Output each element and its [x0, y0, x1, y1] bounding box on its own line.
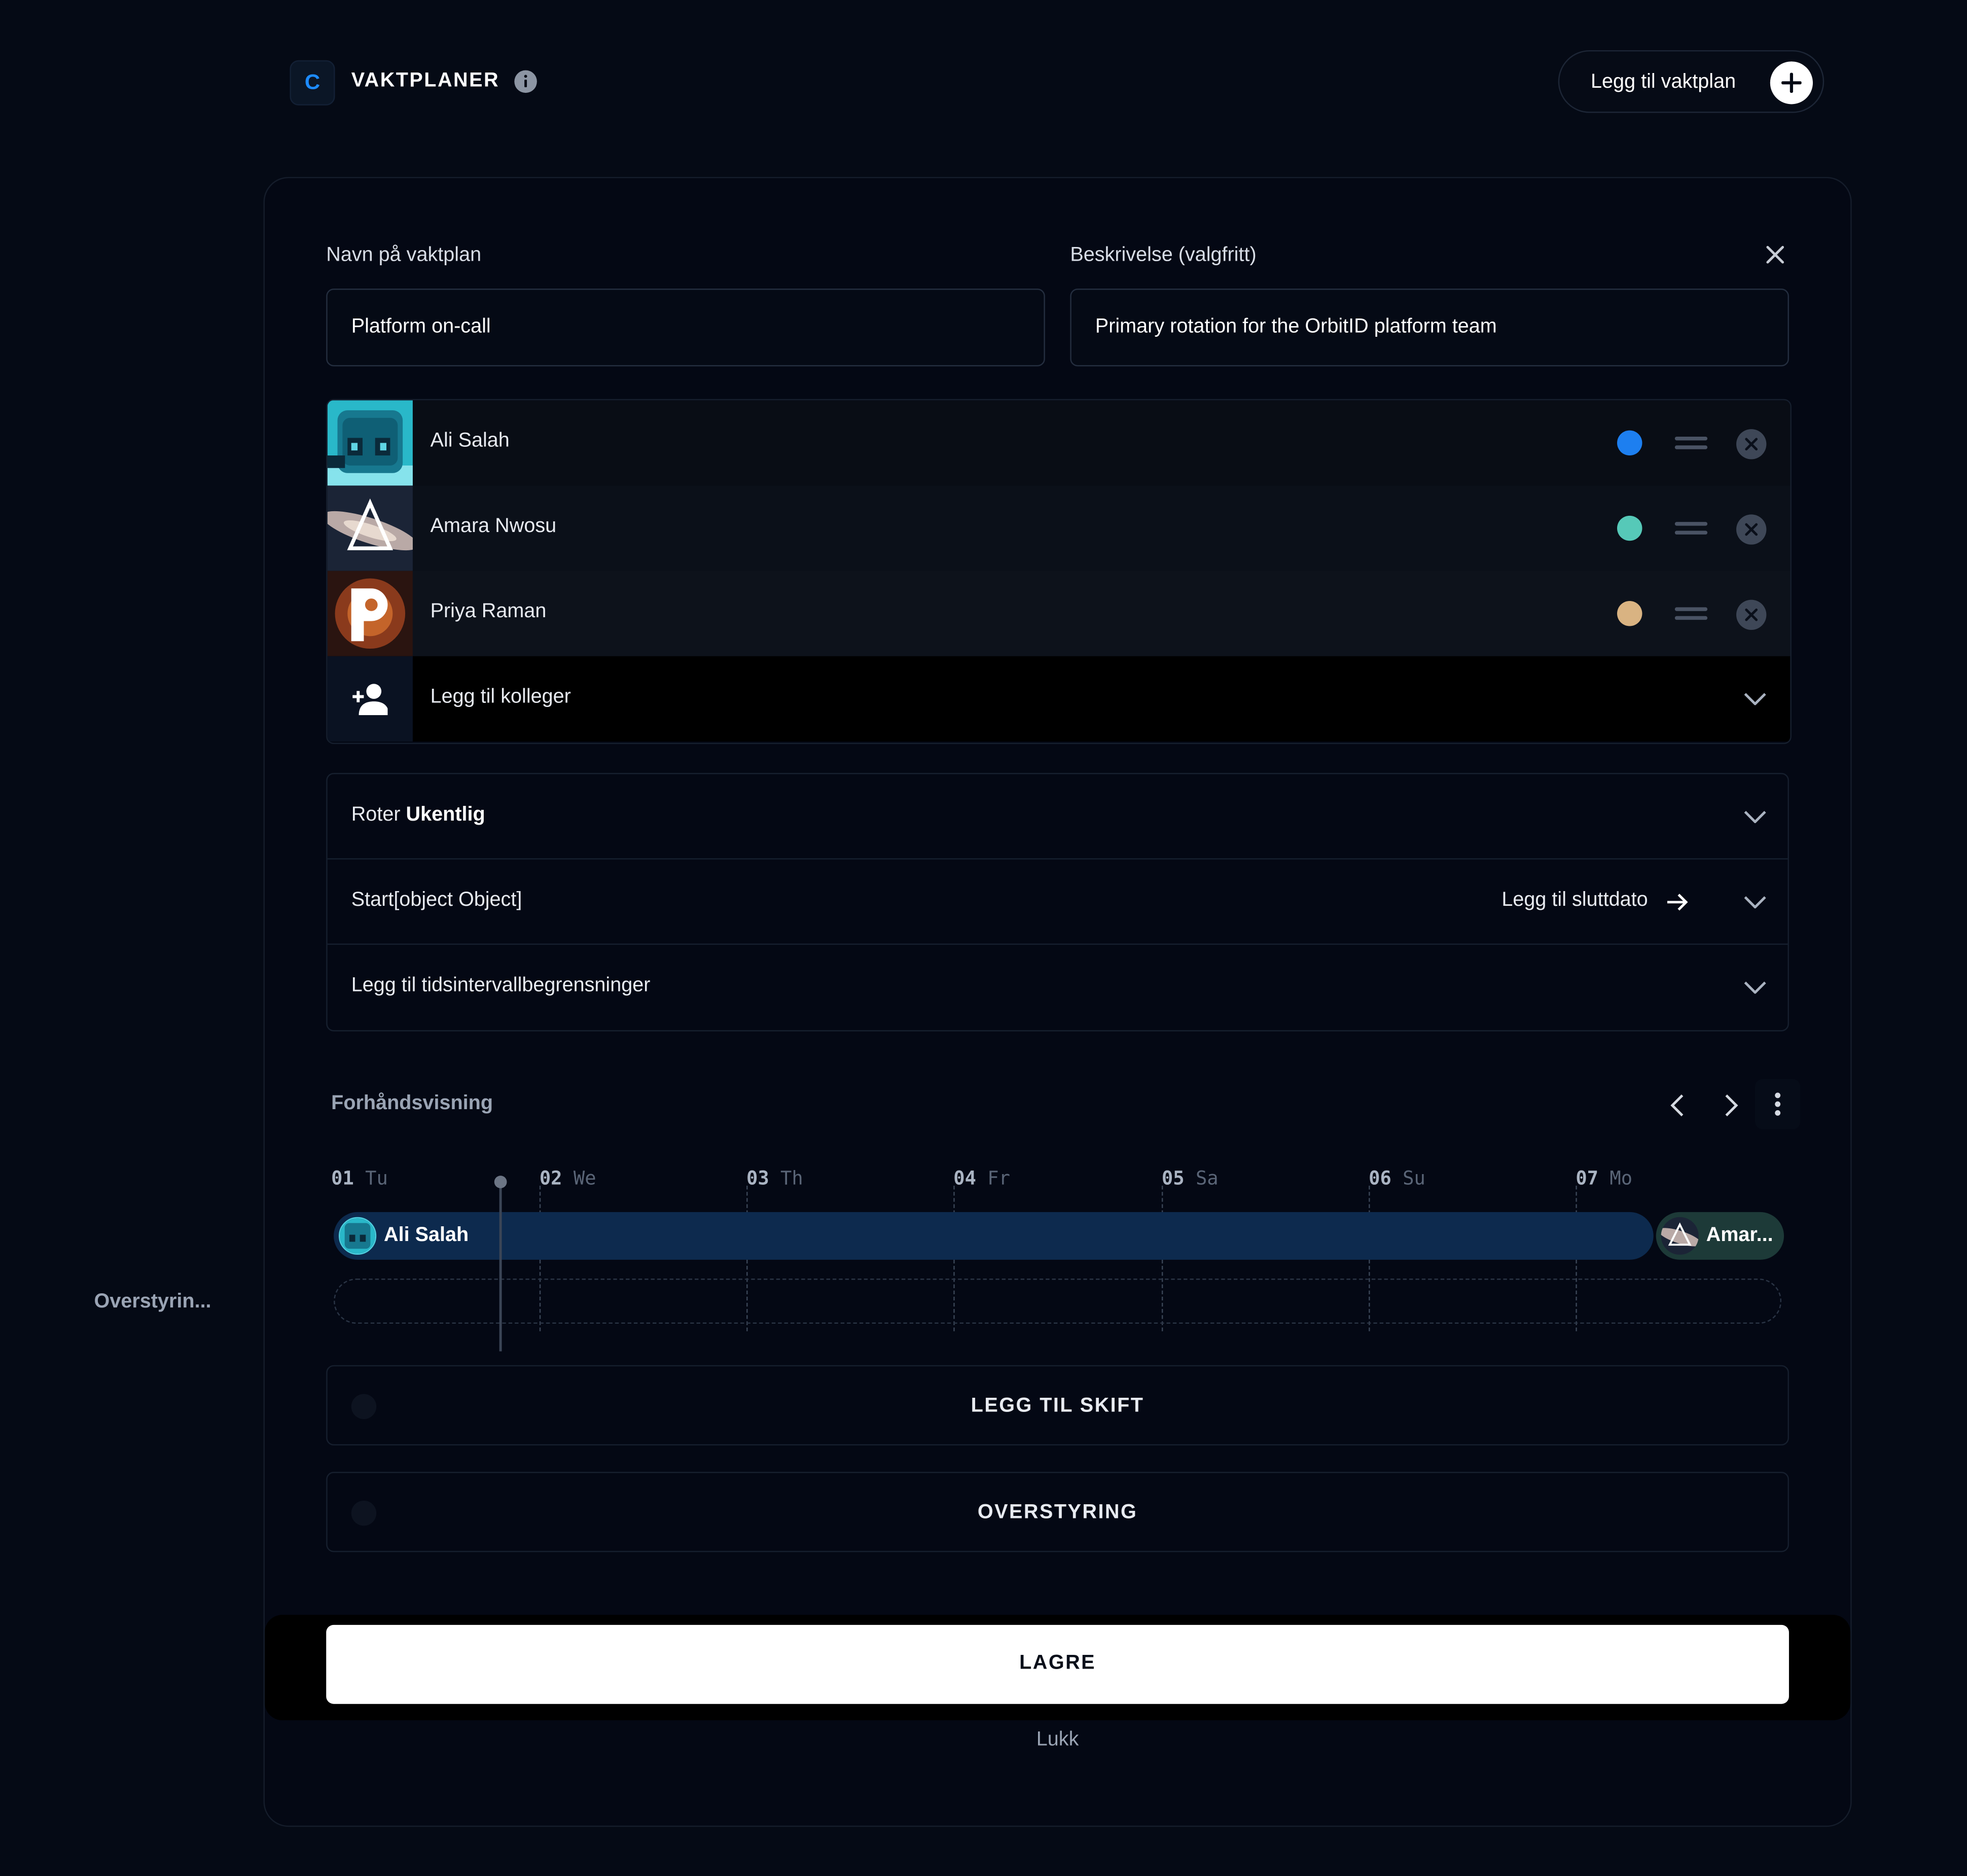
day-label: 07 Mo [1576, 1166, 1633, 1190]
add-shift-label: LEGG TIL SKIFT [971, 1395, 1145, 1417]
save-button[interactable]: LAGRE [326, 1624, 1789, 1704]
override-button[interactable]: OVERSTYRING [326, 1472, 1789, 1552]
info-icon[interactable] [513, 69, 538, 94]
remove-member-icon[interactable] [1735, 598, 1768, 631]
override-lane-label: Overstyrin... [94, 1291, 211, 1313]
chevron-down-icon [1744, 981, 1766, 994]
add-colleagues-label: Legg til kolleger [430, 686, 571, 708]
app-root: C VAKTPLANER Legg til vaktplan Navn på v… [0, 0, 1967, 1876]
chevron-down-icon [1744, 810, 1766, 823]
close-icon[interactable] [1761, 241, 1789, 268]
avatar [338, 1217, 377, 1255]
drag-handle-icon[interactable] [1674, 434, 1708, 452]
schedule-name-input[interactable]: Platform on-call [326, 289, 1045, 367]
day-label: 02 We [539, 1166, 596, 1190]
add-person-icon-box [327, 656, 413, 742]
member-row-amara-nwosu[interactable]: Amara Nwosu [327, 485, 1791, 571]
override-label: OVERSTYRING [977, 1502, 1138, 1524]
drag-handle-icon[interactable] [1674, 519, 1708, 537]
remove-member-icon[interactable] [1735, 513, 1768, 546]
avatar [327, 571, 413, 656]
description-value: Primary rotation for the OrbitID platfor… [1095, 316, 1497, 338]
plus-icon [1770, 61, 1813, 104]
page-title: VAKTPLANER [351, 70, 500, 92]
add-schedule-button[interactable]: Legg til vaktplan [1558, 50, 1825, 113]
member-color-dot[interactable] [1617, 515, 1642, 541]
day-label: 04 Fr [953, 1166, 1010, 1190]
chevron-right-icon[interactable] [1715, 1090, 1745, 1120]
shift-owner-name: Ali Salah [384, 1224, 469, 1246]
add-schedule-label: Legg til vaktplan [1591, 72, 1736, 93]
member-color-dot[interactable] [1617, 430, 1642, 456]
member-row-ali-salah[interactable]: Ali Salah [327, 400, 1791, 486]
avatar [1661, 1217, 1699, 1255]
day-label: 03 Th [746, 1166, 803, 1190]
description-input[interactable]: Primary rotation for the OrbitID platfor… [1070, 289, 1789, 367]
remove-member-icon[interactable] [1735, 428, 1768, 461]
schedule-preview-timeline: 01 Tu 02 We 03 Th 04 Fr 05 Sa 06 Su 07 M… [331, 1163, 1784, 1352]
member-name: Amara Nwosu [430, 515, 557, 537]
description-label: Beskrivelse (valgfritt) [1070, 244, 1257, 266]
member-row-priya-raman[interactable]: Priya Raman [327, 571, 1791, 656]
preview-title: Forhåndsvisning [331, 1092, 493, 1114]
rotation-frequency-text: Roter Ukentlig [351, 804, 485, 826]
shift-block-amara[interactable]: Amar... [1656, 1212, 1784, 1260]
schedule-name-label: Navn på vaktplan [326, 244, 482, 266]
close-link[interactable]: Lukk [265, 1729, 1850, 1752]
member-color-dot[interactable] [1617, 601, 1642, 626]
member-name: Ali Salah [430, 430, 510, 452]
more-options-button[interactable] [1755, 1079, 1801, 1129]
members-list: Ali Salah Amara Nwosu Priya Raman Legg t… [326, 399, 1792, 745]
member-name: Priya Raman [430, 601, 547, 623]
add-person-icon [352, 684, 388, 716]
chevron-left-icon[interactable] [1664, 1090, 1694, 1120]
avatar [327, 485, 413, 571]
chevron-down-icon [1744, 693, 1766, 705]
app-logo: C [290, 60, 335, 105]
rotation-settings: Roter Ukentlig Start[object Object] Legg… [326, 772, 1789, 1032]
override-lane[interactable] [334, 1279, 1782, 1324]
top-bar: C VAKTPLANER Legg til vaktplan [290, 50, 1825, 116]
time-restrictions-text: Legg til tidsintervallbegrensninger [351, 975, 651, 997]
day-label: 06 Su [1369, 1166, 1425, 1190]
drag-handle-icon[interactable] [1674, 605, 1708, 622]
schedule-name-value: Platform on-call [351, 316, 491, 338]
add-shift-button[interactable]: LEGG TIL SKIFT [326, 1365, 1789, 1446]
rotation-frequency-row[interactable]: Roter Ukentlig [327, 774, 1788, 860]
shift-owner-name: Amar... [1706, 1224, 1773, 1246]
time-restrictions-row[interactable]: Legg til tidsintervallbegrensninger [328, 945, 1788, 1030]
avatar [327, 400, 413, 486]
start-date-row[interactable]: Start[object Object] Legg til sluttdato [327, 860, 1788, 945]
chevron-down-icon [1744, 896, 1766, 909]
schedule-editor-card: Navn på vaktplan Platform on-call Beskri… [263, 176, 1852, 1827]
day-label: 01 Tu [331, 1166, 388, 1190]
current-time-line [499, 1181, 502, 1352]
more-vertical-icon [1775, 1092, 1781, 1116]
add-end-date-link[interactable]: Legg til sluttdato [1501, 890, 1648, 912]
day-label: 05 Sa [1161, 1166, 1219, 1190]
start-date-text: Start[object Object] [351, 890, 522, 911]
shift-block-ali-salah[interactable]: Ali Salah [334, 1212, 1654, 1260]
add-colleagues-dropdown[interactable]: Legg til kolleger [327, 656, 1791, 742]
save-label: LAGRE [1019, 1652, 1096, 1674]
current-time-marker [494, 1176, 507, 1188]
arrow-right-icon [1667, 894, 1688, 911]
